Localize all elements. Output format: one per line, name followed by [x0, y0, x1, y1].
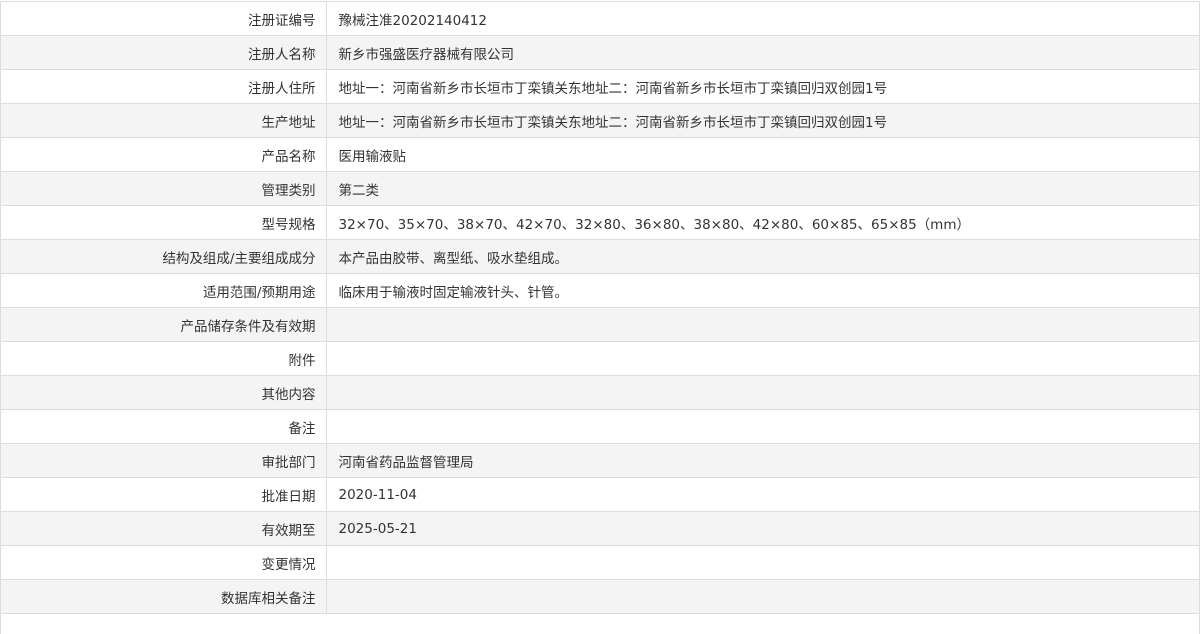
- row-database-notes: 数据库相关备注: [1, 579, 1199, 614]
- label-attachments: 附件: [1, 341, 327, 376]
- label-intended-use: 适用范围/预期用途: [1, 273, 327, 308]
- value-database-notes: [326, 579, 1199, 614]
- value-valid-until: 2025-05-21: [326, 511, 1199, 546]
- label-management-category: 管理类别: [1, 171, 327, 206]
- row-registration-number: 注册证编号 豫械注准20202140412: [1, 1, 1199, 36]
- label-production-address: 生产地址: [1, 103, 327, 138]
- value-registration-number: 豫械注准20202140412: [326, 1, 1199, 36]
- label-valid-until: 有效期至: [1, 511, 327, 546]
- value-other-content: [326, 375, 1199, 410]
- value-change-status: [326, 545, 1199, 580]
- row-valid-until: 有效期至 2025-05-21: [1, 511, 1199, 546]
- label-registrant-name: 注册人名称: [1, 35, 327, 70]
- label-registrant-address: 注册人住所: [1, 69, 327, 104]
- value-registrant-address: 地址一：河南省新乡市长垣市丁栾镇关东地址二：河南省新乡市长垣市丁栾镇回归双创园1…: [326, 69, 1199, 104]
- row-structure-composition: 结构及组成/主要组成成分 本产品由胶带、离型纸、吸水垫组成。: [1, 239, 1199, 274]
- value-management-category: 第二类: [326, 171, 1199, 206]
- label-model-spec: 型号规格: [1, 205, 327, 240]
- label-storage-validity: 产品储存条件及有效期: [1, 307, 327, 342]
- row-registrant-address: 注册人住所 地址一：河南省新乡市长垣市丁栾镇关东地址二：河南省新乡市长垣市丁栾镇…: [1, 69, 1199, 104]
- value-registrant-name: 新乡市强盛医疗器械有限公司: [326, 35, 1199, 70]
- row-approval-date: 批准日期 2020-11-04: [1, 477, 1199, 512]
- row-production-address: 生产地址 地址一：河南省新乡市长垣市丁栾镇关东地址二：河南省新乡市长垣市丁栾镇回…: [1, 103, 1199, 138]
- row-model-spec: 型号规格 32×70、35×70、38×70、42×70、32×80、36×80…: [1, 205, 1199, 240]
- value-intended-use: 临床用于输液时固定输液针头、针管。: [326, 273, 1199, 308]
- value-attachments: [326, 341, 1199, 376]
- row-other-content: 其他内容: [1, 375, 1199, 410]
- value-model-spec: 32×70、35×70、38×70、42×70、32×80、36×80、38×8…: [326, 205, 1199, 240]
- row-registrant-name: 注册人名称 新乡市强盛医疗器械有限公司: [1, 35, 1199, 70]
- label-approval-date: 批准日期: [1, 477, 327, 512]
- row-intended-use: 适用范围/预期用途 临床用于输液时固定输液针头、针管。: [1, 273, 1199, 308]
- label-product-name: 产品名称: [1, 137, 327, 172]
- value-product-name: 医用输液贴: [326, 137, 1199, 172]
- registration-detail-panel: 注册证编号 豫械注准20202140412 注册人名称 新乡市强盛医疗器械有限公…: [0, 1, 1200, 634]
- value-approval-date: 2020-11-04: [326, 477, 1199, 512]
- row-remarks: 备注: [1, 409, 1199, 444]
- row-storage-validity: 产品储存条件及有效期: [1, 307, 1199, 342]
- row-attachments: 附件: [1, 341, 1199, 376]
- label-registration-number: 注册证编号: [1, 1, 327, 36]
- value-production-address: 地址一：河南省新乡市长垣市丁栾镇关东地址二：河南省新乡市长垣市丁栾镇回归双创园1…: [326, 103, 1199, 138]
- value-remarks: [326, 409, 1199, 444]
- label-approval-department: 审批部门: [1, 443, 327, 478]
- label-remarks: 备注: [1, 409, 327, 444]
- label-change-status: 变更情况: [1, 545, 327, 580]
- value-storage-validity: [326, 307, 1199, 342]
- row-change-status: 变更情况: [1, 545, 1199, 580]
- label-database-notes: 数据库相关备注: [1, 579, 327, 614]
- value-approval-department: 河南省药品监督管理局: [326, 443, 1199, 478]
- registration-info-table: 注册证编号 豫械注准20202140412 注册人名称 新乡市强盛医疗器械有限公…: [1, 1, 1199, 614]
- value-structure-composition: 本产品由胶带、离型纸、吸水垫组成。: [326, 239, 1199, 274]
- row-product-name: 产品名称 医用输液贴: [1, 137, 1199, 172]
- row-approval-department: 审批部门 河南省药品监督管理局: [1, 443, 1199, 478]
- label-structure-composition: 结构及组成/主要组成成分: [1, 239, 327, 274]
- row-management-category: 管理类别 第二类: [1, 171, 1199, 206]
- label-other-content: 其他内容: [1, 375, 327, 410]
